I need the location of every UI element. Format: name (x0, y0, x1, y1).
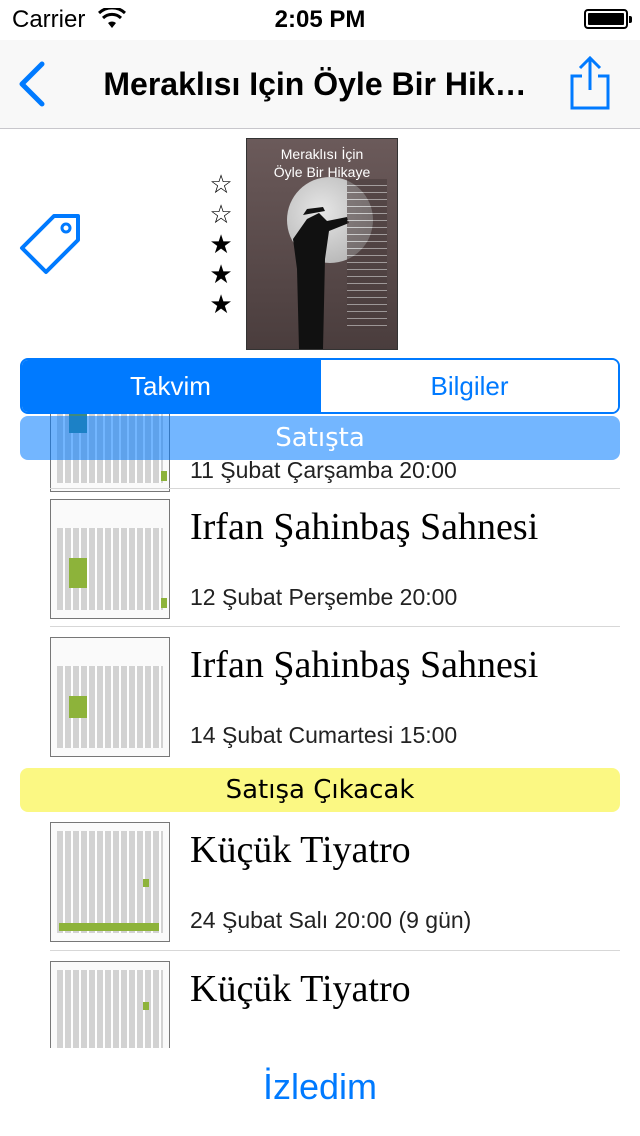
battery-icon (584, 9, 632, 29)
segmented-control: Takvim Bilgiler (20, 358, 620, 414)
section-header-on-sale: Satışta (20, 416, 620, 460)
tab-takvim[interactable]: Takvim (22, 360, 319, 412)
star-filled-icon[interactable]: ★ (206, 290, 236, 320)
event-row[interactable]: Irfan Şahinbaş Sahnesi 12 Şubat Perşembe… (50, 488, 620, 627)
event-date: 11 Şubat Çarşamba 20:00 (190, 457, 457, 483)
watched-button[interactable]: İzledim (0, 1066, 640, 1108)
bottom-bar: İzledim (0, 1048, 640, 1136)
star-filled-icon[interactable]: ★ (206, 230, 236, 260)
star-empty-icon[interactable]: ☆ (206, 200, 236, 230)
share-icon[interactable] (568, 54, 612, 112)
venue-name: Küçük Tiyatro (190, 829, 411, 871)
event-list[interactable]: 11 Şubat Çarşamba 20:00 Irfan Şahinbaş S… (0, 414, 640, 1048)
section-header-coming-soon: Satışa Çıkacak (20, 768, 620, 812)
tag-icon[interactable] (16, 210, 86, 280)
poster-title: Meraklısı İçin Öyle Bir Hikaye (273, 146, 371, 180)
seat-map-thumbnail (50, 637, 170, 757)
rating-stars[interactable]: ☆ ☆ ★ ★ ★ (206, 170, 236, 320)
event-date: 14 Şubat Cumartesi 15:00 (190, 722, 458, 748)
seat-map-thumbnail (50, 961, 170, 1048)
venue-name: Irfan Şahinbaş Sahnesi (190, 506, 539, 548)
event-date: 12 Şubat Perşembe 20:00 (190, 584, 458, 610)
poster-credits (347, 179, 387, 329)
play-poster: Meraklısı İçin Öyle Bir Hikaye (246, 138, 398, 350)
navigation-bar: Meraklısı Için Öyle Bir Hik… (0, 40, 640, 129)
silhouette-figure (293, 207, 349, 349)
tab-bilgiler[interactable]: Bilgiler (319, 360, 618, 412)
event-row[interactable]: Küçük Tiyatro 24 Şubat Salı 20:00 (9 gün… (50, 812, 620, 950)
page-title: Meraklısı Için Öyle Bir Hik… (103, 66, 527, 102)
venue-name: Irfan Şahinbaş Sahnesi (190, 644, 539, 686)
status-time: 2:05 PM (274, 6, 366, 33)
venue-name: Küçük Tiyatro (190, 968, 411, 1010)
event-date: 24 Şubat Salı 20:00 (9 gün) (190, 907, 472, 933)
seat-map-thumbnail (50, 499, 170, 619)
event-row[interactable]: Küçük Tiyatro (50, 950, 620, 1048)
star-filled-icon[interactable]: ★ (206, 260, 236, 290)
seat-map-thumbnail (50, 822, 170, 942)
star-empty-icon[interactable]: ☆ (206, 170, 236, 200)
status-bar: Carrier 2:05 PM (0, 0, 640, 40)
event-row[interactable]: Irfan Şahinbaş Sahnesi 14 Şubat Cumartes… (50, 626, 620, 765)
back-chevron-icon[interactable] (14, 60, 54, 108)
